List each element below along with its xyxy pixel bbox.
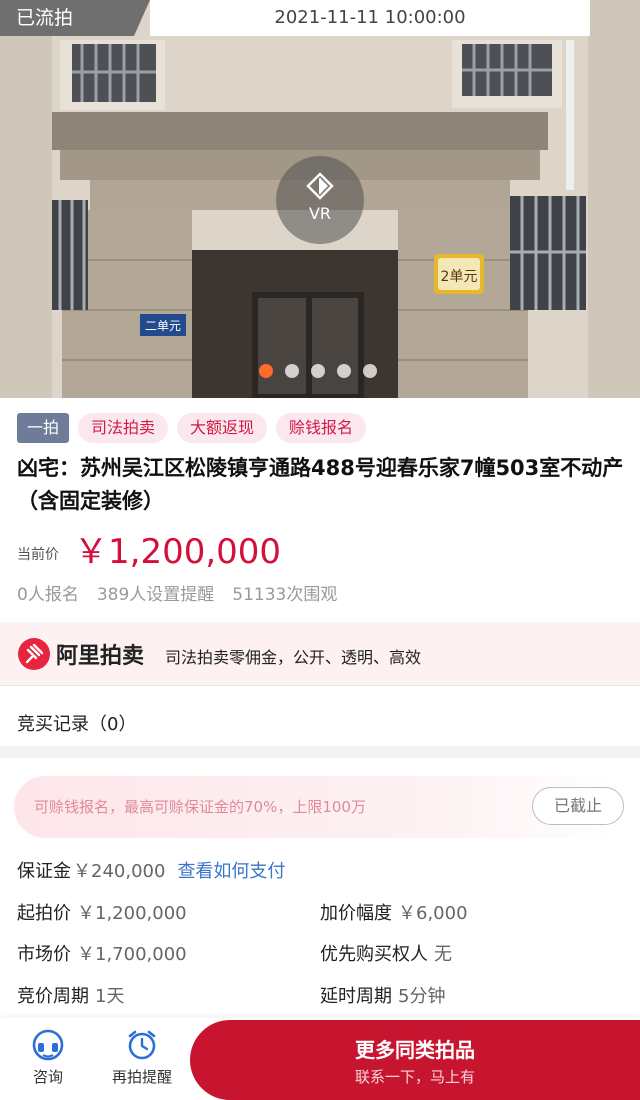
deposit-value: ￥240,000 xyxy=(73,861,166,882)
svg-text:二单元: 二单元 xyxy=(145,319,181,333)
carousel-dot[interactable] xyxy=(337,364,351,378)
priority-buyer-row: 优先购买权人无 xyxy=(320,940,452,966)
carousel-dot[interactable] xyxy=(285,364,299,378)
carousel-dot[interactable] xyxy=(259,364,273,378)
signup-count: 0人报名 xyxy=(17,585,79,605)
item-title: 凶宅：苏州吴江区松陵镇亨通路488号迎春乐家7幢503室不动产（含固定装修） xyxy=(17,456,624,513)
view-count: 51133次围观 xyxy=(232,585,338,605)
ali-auction-logo-icon xyxy=(18,638,50,670)
credit-signup-promo: 可赊钱报名，最高可赊保证金的70%，上限100万 已截止 xyxy=(14,776,626,838)
delay-cycle-value: 5分钟 xyxy=(398,986,446,1007)
auction-tags: 一拍 司法拍卖 大额返现 赊钱报名 xyxy=(17,413,367,443)
cta-main-label: 更多同类拍品 xyxy=(355,1038,475,1062)
delay-cycle-label: 延时周期 xyxy=(320,986,392,1007)
current-price-value: ￥1,200,000 xyxy=(74,532,282,572)
bid-cycle-row: 竞价周期 1天 xyxy=(17,982,124,1008)
ali-auction-brand: 阿里拍卖 xyxy=(56,644,145,669)
ali-auction-banner[interactable]: 阿里拍卖 司法拍卖零佣金，公开、透明、高效 xyxy=(0,622,640,686)
deposit-label: 保证金 xyxy=(17,861,71,882)
auction-stats: 0人报名 389人设置提醒 51133次围观 xyxy=(17,580,337,605)
round-tag: 一拍 xyxy=(17,413,70,443)
consult-button[interactable]: 咨询 xyxy=(3,1028,93,1087)
cta-sub-label: 联系一下，马上有 xyxy=(354,1068,475,1086)
bid-records-title[interactable]: 竞买记录（0） xyxy=(17,710,136,736)
priority-buyer-value: 无 xyxy=(434,944,452,965)
hero-photo-carousel[interactable]: 二单元 2单元 已流拍 2021-11-11 10:00:00 VR xyxy=(0,0,640,398)
increment-row: 加价幅度 ￥6,000 xyxy=(320,899,468,925)
increment-value: ￥6,000 xyxy=(398,903,468,924)
carousel-dot[interactable] xyxy=(363,364,377,378)
tag-judicial: 司法拍卖 xyxy=(78,413,169,443)
market-price-row: 市场价 ￥1,700,000 xyxy=(17,940,187,966)
tag-credit-signup: 赊钱报名 xyxy=(276,413,367,443)
how-to-pay-link[interactable]: 查看如何支付 xyxy=(177,861,285,882)
more-similar-items-button[interactable]: 更多同类拍品 联系一下，马上有 xyxy=(190,1020,640,1100)
market-price-label: 市场价 xyxy=(17,944,71,965)
start-price-row: 起拍价 ￥1,200,000 xyxy=(17,899,187,925)
carousel-indicator xyxy=(259,364,377,378)
priority-buyer-label: 优先购买权人 xyxy=(320,944,428,965)
closed-button[interactable]: 已截止 xyxy=(532,787,624,825)
credit-signup-text: 可赊钱报名，最高可赊保证金的70%，上限100万 xyxy=(34,798,366,816)
increment-label: 加价幅度 xyxy=(320,903,392,924)
bottom-action-bar: 咨询 再拍提醒 更多同类拍品 联系一下，马上有 xyxy=(0,1018,640,1100)
remind-button[interactable]: 再拍提醒 xyxy=(97,1028,187,1087)
market-price-value: ￥1,700,000 xyxy=(77,944,187,965)
delay-cycle-row: 延时周期 5分钟 xyxy=(320,982,445,1008)
auction-end-time: 2021-11-11 10:00:00 xyxy=(150,0,590,36)
tag-cashback: 大额返现 xyxy=(177,413,268,443)
headset-icon xyxy=(32,1029,64,1061)
start-price-label: 起拍价 xyxy=(17,903,71,924)
vr-icon xyxy=(306,172,334,200)
bid-cycle-label: 竞价周期 xyxy=(17,986,89,1007)
vr-label: VR xyxy=(308,204,332,223)
consult-label: 咨询 xyxy=(32,1068,63,1086)
deposit-row: 保证金 ￥240,000 查看如何支付 xyxy=(17,857,285,883)
start-price-value: ￥1,200,000 xyxy=(77,903,187,924)
alarm-clock-icon xyxy=(128,1030,156,1060)
auction-status-badge: 已流拍 xyxy=(0,0,150,36)
ali-auction-slogan: 司法拍卖零佣金，公开、透明、高效 xyxy=(165,648,422,667)
remind-label: 再拍提醒 xyxy=(111,1068,172,1086)
bid-cycle-value: 1天 xyxy=(95,986,125,1007)
svg-text:2单元: 2单元 xyxy=(441,269,478,285)
vr-button[interactable]: VR xyxy=(276,156,364,244)
carousel-dot[interactable] xyxy=(311,364,325,378)
reminder-count: 389人设置提醒 xyxy=(96,585,215,605)
current-price-label: 当前价 xyxy=(17,547,59,563)
